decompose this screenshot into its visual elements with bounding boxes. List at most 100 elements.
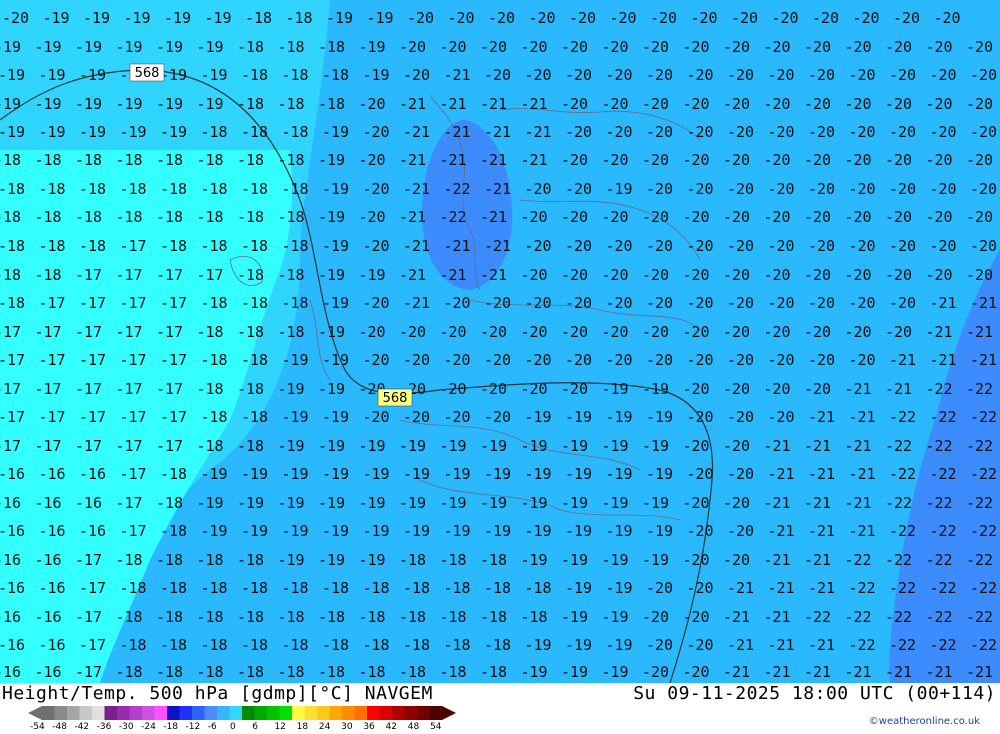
grid-value: -19 xyxy=(282,408,309,426)
grid-value: -20 xyxy=(808,66,835,84)
grid-value: -20 xyxy=(561,151,588,169)
grid-value: -17 xyxy=(156,323,183,341)
grid-value: -18 xyxy=(399,608,426,626)
grid-value: -17 xyxy=(160,294,187,312)
grid-value: -17 xyxy=(75,380,102,398)
grid-value: -17 xyxy=(116,380,143,398)
grid-value: -17 xyxy=(116,437,143,455)
legend-tick-label: 42 xyxy=(385,722,397,732)
grid-value: -18 xyxy=(197,608,224,626)
contour-label-text: 568 xyxy=(383,391,408,406)
grid-value: -21 xyxy=(885,380,912,398)
grid-value: -18 xyxy=(201,351,228,369)
legend-swatch xyxy=(354,706,368,720)
grid-value: -17 xyxy=(0,380,21,398)
grid-value: -17 xyxy=(197,266,224,284)
grid-value: -20 xyxy=(521,266,548,284)
grid-value: -18 xyxy=(201,237,228,255)
grid-value: -20 xyxy=(764,38,791,56)
grid-value: -20 xyxy=(529,9,556,27)
grid-value: -19 xyxy=(160,123,187,141)
grid-value: -17 xyxy=(156,380,183,398)
grid-value: -20 xyxy=(687,294,714,312)
grid-value: -19 xyxy=(322,351,349,369)
grid-value: -18 xyxy=(0,237,25,255)
grid-value: -18 xyxy=(440,551,467,569)
grid-value: -19 xyxy=(0,66,25,84)
grid-value: -19 xyxy=(0,38,21,56)
grid-value: -20 xyxy=(687,237,714,255)
grid-value: -20 xyxy=(569,9,596,27)
grid-value: -20 xyxy=(363,408,390,426)
grid-value: -21 xyxy=(885,663,912,681)
grid-value: -16 xyxy=(79,465,106,483)
legend-swatch xyxy=(267,706,280,720)
grid-value: -17 xyxy=(39,351,66,369)
grid-value: -19 xyxy=(480,494,507,512)
grid-value: -22 xyxy=(849,636,876,654)
grid-value: -19 xyxy=(403,522,430,540)
grid-value: -20 xyxy=(565,294,592,312)
grid-value: -17 xyxy=(75,323,102,341)
grid-value: -20 xyxy=(845,208,872,226)
grid-value: -19 xyxy=(561,494,588,512)
grid-value: -19 xyxy=(156,38,183,56)
grid-value: -21 xyxy=(930,294,957,312)
grid-value: -19 xyxy=(606,180,633,198)
grid-value: -18 xyxy=(160,636,187,654)
grid-value: -20 xyxy=(448,9,475,27)
grid-value: -18 xyxy=(363,579,390,597)
grid-value: -19 xyxy=(201,465,228,483)
grid-value: -16 xyxy=(35,608,62,626)
grid-value: -20 xyxy=(642,95,669,113)
grid-value: -22 xyxy=(930,465,957,483)
grid-value: -20 xyxy=(849,123,876,141)
grid-value: -18 xyxy=(35,266,62,284)
grid-value: -20 xyxy=(480,323,507,341)
legend-tick-label: 6 xyxy=(252,722,258,732)
legend-swatch xyxy=(367,706,380,720)
grid-value: -18 xyxy=(359,608,386,626)
grid-value: -21 xyxy=(403,294,430,312)
grid-value: -18 xyxy=(444,579,471,597)
grid-value: -20 xyxy=(849,237,876,255)
grid-value: -17 xyxy=(120,522,147,540)
legend-arrow-left xyxy=(28,706,42,720)
grid-value: -17 xyxy=(156,437,183,455)
grid-value: -20 xyxy=(363,180,390,198)
grid-value: -19 xyxy=(444,465,471,483)
grid-value: -19 xyxy=(642,494,669,512)
grid-value: -19 xyxy=(525,522,552,540)
grid-value: -20 xyxy=(687,579,714,597)
grid-value: -20 xyxy=(768,123,795,141)
color-scale-legend xyxy=(28,706,456,720)
grid-value: -20 xyxy=(561,323,588,341)
credit-link[interactable]: ©weatheronline.co.uk xyxy=(869,716,980,727)
grid-value: -22 xyxy=(889,522,916,540)
grid-value: -19 xyxy=(164,9,191,27)
grid-value: -20 xyxy=(727,522,754,540)
grid-value: -19 xyxy=(440,494,467,512)
grid-value: -20 xyxy=(359,95,386,113)
grid-value: -20 xyxy=(484,294,511,312)
grid-value: -17 xyxy=(35,437,62,455)
grid-value: -20 xyxy=(565,123,592,141)
grid-value: -22 xyxy=(926,608,953,626)
grid-value: -20 xyxy=(646,636,673,654)
grid-value: -18 xyxy=(237,663,264,681)
grid-value: -22 xyxy=(970,579,997,597)
grid-value: -19 xyxy=(363,522,390,540)
grid-value: -20 xyxy=(602,208,629,226)
grid-value: -18 xyxy=(318,95,345,113)
grid-value: -22 xyxy=(926,380,953,398)
grid-value: -20 xyxy=(683,95,710,113)
grid-value: -21 xyxy=(764,608,791,626)
grid-value: -17 xyxy=(0,437,21,455)
grid-value: -20 xyxy=(484,351,511,369)
legend-tick-label: -42 xyxy=(74,722,90,732)
legend-swatch xyxy=(417,706,430,720)
grid-value: -18 xyxy=(278,151,305,169)
grid-value: -20 xyxy=(602,151,629,169)
grid-value: -18 xyxy=(241,294,268,312)
grid-value: -19 xyxy=(403,465,430,483)
